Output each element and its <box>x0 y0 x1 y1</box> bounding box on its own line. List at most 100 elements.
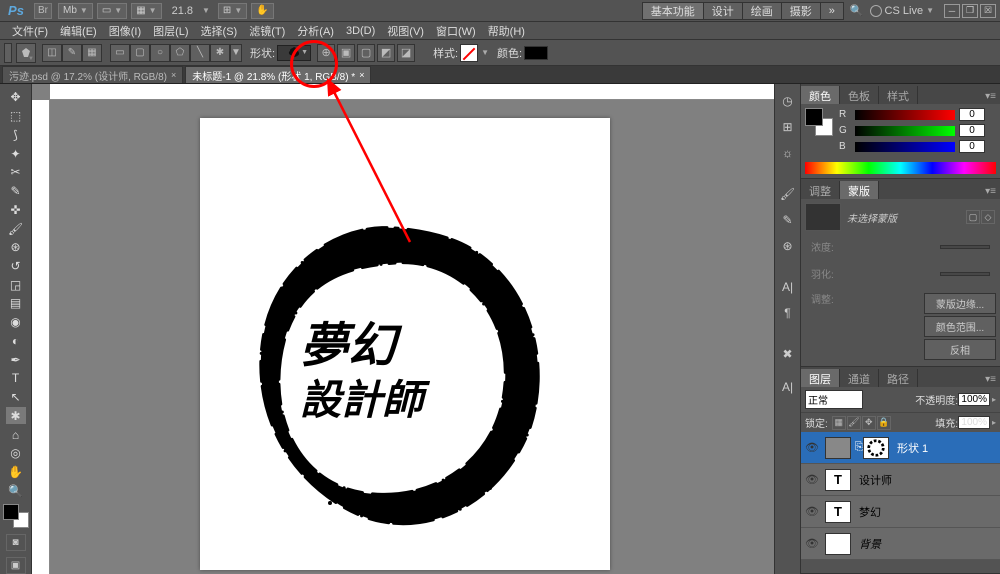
foreground-color-swatch[interactable] <box>3 504 19 520</box>
tab-masks[interactable]: 蒙版 <box>840 181 879 199</box>
color-panel-menu-icon[interactable]: ▾≡ <box>981 89 1000 104</box>
g-value[interactable]: 0 <box>959 124 985 137</box>
layer-name-designer[interactable]: 设计师 <box>859 472 892 488</box>
custom-shape-picker[interactable] <box>277 45 311 61</box>
custom-shape-tool-icon[interactable]: ✱ <box>6 407 26 424</box>
menu-file[interactable]: 文件(F) <box>6 22 54 40</box>
foreground-background-colors[interactable] <box>3 504 29 528</box>
menu-view[interactable]: 视图(V) <box>381 22 430 40</box>
visibility-eye-icon[interactable]: 👁 <box>805 537 819 551</box>
mb-button[interactable]: Mb▼ <box>58 3 93 19</box>
layer-row-designer[interactable]: 👁 T 设计师 <box>801 464 1000 496</box>
crop-tool-icon[interactable]: ✂ <box>6 164 26 181</box>
info-panel-icon[interactable]: A| <box>778 377 798 397</box>
workspace-more[interactable]: » <box>820 2 844 20</box>
add-vector-mask-icon[interactable]: ◇ <box>981 210 995 224</box>
background-thumbnail[interactable] <box>825 533 851 555</box>
brush-presets-panel-icon[interactable]: ✎ <box>778 210 798 230</box>
minimize-button[interactable]: ─ <box>944 4 960 18</box>
rect-shape-icon[interactable]: ▭ <box>110 44 130 62</box>
shape-dropdown-icon[interactable]: ▼ <box>230 44 242 62</box>
menu-filter[interactable]: 滤镜(T) <box>243 22 291 40</box>
character-panel-icon[interactable]: A| <box>778 277 798 297</box>
layer-name-background[interactable]: 背景 <box>859 536 881 552</box>
ellipse-shape-icon[interactable]: ○ <box>150 44 170 62</box>
quick-mask-icon[interactable]: ◙ <box>6 534 26 551</box>
fill-color-swatch[interactable] <box>524 46 548 60</box>
horizontal-ruler[interactable] <box>50 84 774 100</box>
paragraph-panel-icon[interactable]: ¶ <box>778 303 798 323</box>
screen-mode-button[interactable]: ▭▼ <box>97 3 127 19</box>
doc-tab-2[interactable]: 未标题-1 @ 21.8% (形状 1, RGB/8) * × <box>185 66 371 83</box>
marquee-tool-icon[interactable]: ⬚ <box>6 108 26 125</box>
search-icon[interactable]: 🔍 <box>850 4 864 17</box>
visibility-eye-icon[interactable]: 👁 <box>805 473 819 487</box>
paths-mode[interactable]: ✎ <box>62 44 82 62</box>
intersect-shape-icon[interactable]: ◩ <box>377 44 395 62</box>
3d-tool-icon[interactable]: ⌂ <box>6 426 26 443</box>
eyedropper-tool-icon[interactable]: ✎ <box>6 183 26 200</box>
zoom-tool-icon[interactable]: 🔍 <box>6 482 26 499</box>
view-extras-button[interactable]: ⊞▼ <box>218 3 247 19</box>
color-range-button[interactable]: 颜色范围... <box>924 316 996 337</box>
doc-tab-1[interactable]: 污迹.psd @ 17.2% (设计师, RGB/8) × <box>2 66 183 83</box>
cs-live-button[interactable]: CS Live ▼ <box>870 5 934 17</box>
lock-all-icon[interactable]: 🔒 <box>877 416 891 430</box>
add-pixel-mask-icon[interactable]: ▢ <box>966 210 980 224</box>
b-slider[interactable] <box>855 142 955 152</box>
zoom-arrow[interactable]: ▼ <box>202 6 210 15</box>
add-shape-icon[interactable]: ▣ <box>337 44 355 62</box>
layer-row-background[interactable]: 👁 背景 <box>801 528 1000 560</box>
hand-tool-icon[interactable]: ✋ <box>6 464 26 481</box>
vertical-ruler[interactable] <box>32 100 50 574</box>
eraser-tool-icon[interactable]: ◲ <box>6 276 26 293</box>
panel-fg-bg-colors[interactable] <box>805 108 833 136</box>
b-value[interactable]: 0 <box>959 140 985 153</box>
roundrect-shape-icon[interactable]: ▢ <box>130 44 150 62</box>
opacity-input[interactable]: 100% <box>958 393 990 406</box>
line-shape-icon[interactable]: ╲ <box>190 44 210 62</box>
menu-3d[interactable]: 3D(D) <box>340 24 381 38</box>
panel-fg-swatch[interactable] <box>805 108 823 126</box>
dodge-tool-icon[interactable]: ◐ <box>6 333 26 350</box>
layer-name-shape[interactable]: 形状 1 <box>897 440 928 456</box>
shape-layers-mode[interactable]: ◫ <box>42 44 62 62</box>
type-tool-icon[interactable]: T <box>6 370 26 387</box>
exclude-shape-icon[interactable]: ◪ <box>397 44 415 62</box>
tool-presets-panel-icon[interactable]: ✖ <box>778 344 798 364</box>
masks-panel-menu-icon[interactable]: ▾≡ <box>981 184 1000 199</box>
canvas-area[interactable]: 夢幻 設計師 <box>32 84 774 574</box>
fill-scrubby[interactable]: ▸ <box>992 418 996 427</box>
invert-button[interactable]: 反相 <box>924 339 996 360</box>
g-slider[interactable] <box>855 126 955 136</box>
history-panel-icon[interactable]: ◷ <box>778 91 798 111</box>
tab-channels[interactable]: 通道 <box>840 369 879 387</box>
custom-shape-icon[interactable]: ✱ <box>210 44 230 62</box>
screen-mode-icon[interactable]: ▣ <box>6 557 26 574</box>
tab-styles[interactable]: 样式 <box>879 86 918 104</box>
menu-window[interactable]: 窗口(W) <box>430 22 482 40</box>
lasso-tool-icon[interactable]: ⟆ <box>6 126 26 143</box>
tab-color[interactable]: 颜色 <box>801 86 840 104</box>
mask-thumbnail[interactable] <box>805 203 841 231</box>
color-spectrum-ramp[interactable] <box>805 162 996 174</box>
lock-pixels-icon[interactable]: 🖌 <box>847 416 861 430</box>
arrange-documents-button[interactable]: ▦▼ <box>131 3 161 19</box>
history-brush-tool-icon[interactable]: ↺ <box>6 258 26 275</box>
close-button[interactable]: ☒ <box>980 4 996 18</box>
artboard[interactable]: 夢幻 設計師 <box>200 118 610 570</box>
lock-position-icon[interactable]: ✥ <box>862 416 876 430</box>
type-layer-thumbnail[interactable]: T <box>825 469 851 491</box>
visibility-eye-icon[interactable]: 👁 <box>805 505 819 519</box>
shape-mask-thumbnail[interactable] <box>863 437 889 459</box>
layer-name-dream[interactable]: 梦幻 <box>859 504 881 520</box>
lock-transparency-icon[interactable]: ▦ <box>832 416 846 430</box>
stamp-tool-icon[interactable]: ⊛ <box>6 239 26 256</box>
r-value[interactable]: 0 <box>959 108 985 121</box>
navigator-panel-icon[interactable]: ⊞ <box>778 117 798 137</box>
tab-adjustments[interactable]: 调整 <box>801 181 840 199</box>
style-dropdown[interactable]: ▼ <box>481 48 489 57</box>
clone-source-panel-icon[interactable]: ⊛ <box>778 236 798 256</box>
r-slider[interactable] <box>855 110 955 120</box>
move-tool-icon[interactable]: ✥ <box>6 89 26 106</box>
